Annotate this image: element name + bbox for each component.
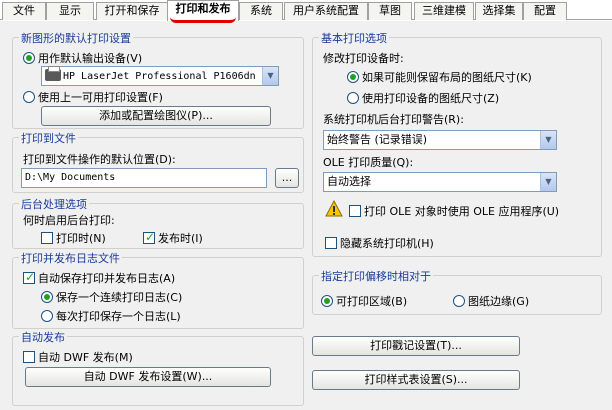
ole-warning-icon <box>325 200 343 217</box>
default-device-select[interactable]: HP LaserJet Professional P1606dn ▼ <box>41 66 279 86</box>
auto-dwf-settings-button[interactable]: 自动 DWF 发布设置(W)... <box>25 367 271 387</box>
spooler-alert-select[interactable]: 始终警告 (记录错误) ▼ <box>323 130 557 150</box>
plot-location-input[interactable]: D:\My Documents <box>21 168 267 188</box>
default-output-group: 新图形的默认打印设置 用作默认输出设备(V) HP LaserJet Profe… <box>12 30 304 129</box>
add-plotter-button[interactable]: 添加或配置绘图仪(P)... <box>41 106 271 126</box>
chevron-down-icon: ▼ <box>262 67 278 85</box>
auto-publish-group: 自动发布 自动 DWF 发布(M) 自动 DWF 发布设置(W)... <box>12 329 304 406</box>
paper-edge-radio[interactable]: 图纸边缘(G) <box>453 293 529 309</box>
radio-indicator <box>347 71 359 83</box>
ole-quality-select[interactable]: 自动选择 ▼ <box>323 172 557 192</box>
ole-quality-label: OLE 打印质量(Q): <box>323 156 414 169</box>
use-device-size-radio[interactable]: 使用打印设备的图纸尺寸(Z) <box>347 90 499 106</box>
log-group: 打印并发布日志文件 自动保存打印并发布日志(A) 保存一个连续打印日志(C) 每… <box>12 250 304 329</box>
hide-printers-checkbox[interactable]: 隐藏系统打印机(H) <box>325 235 434 251</box>
tab-system[interactable]: 系统 <box>239 2 283 20</box>
highlight-underline <box>170 17 236 23</box>
spooler-alert-label: 系统打印机后台打印警告(R): <box>323 113 464 126</box>
plot-location-label: 打印到文件操作的默认位置(D): <box>23 153 176 166</box>
tab-drafting[interactable]: 草图 <box>368 2 412 20</box>
background-title: 后台处理选项 <box>19 196 89 212</box>
ole-app-checkbox[interactable]: 打印 OLE 对象时使用 OLE 应用程序(U) <box>349 203 559 219</box>
tab-display[interactable]: 显示 <box>46 2 94 20</box>
browse-button[interactable]: ... <box>275 168 299 188</box>
plot-offset-group: 指定打印偏移时相对于 可打印区域(B) 图纸边缘(G) <box>312 268 602 315</box>
printer-icon <box>45 66 61 81</box>
plot-to-file-title: 打印到文件 <box>19 130 78 146</box>
printable-area-radio[interactable]: 可打印区域(B) <box>321 293 407 309</box>
checkbox-indicator <box>23 270 35 284</box>
radio-indicator <box>23 52 35 64</box>
general-options-title: 基本打印选项 <box>319 30 389 46</box>
keep-layout-size-radio[interactable]: 如果可能则保留布局的图纸尺寸(K) <box>347 69 532 85</box>
radio-indicator <box>41 291 53 303</box>
radio-indicator <box>347 92 359 104</box>
checkbox-indicator <box>41 232 53 244</box>
plot-to-file-group: 打印到文件 打印到文件操作的默认位置(D): D:\My Documents .… <box>12 130 304 193</box>
plotting-checkbox[interactable]: 打印时(N) <box>41 230 106 246</box>
auto-dwf-checkbox[interactable]: 自动 DWF 发布(M) <box>23 349 133 365</box>
plot-style-table-settings-button[interactable]: 打印样式表设置(S)... <box>312 370 520 390</box>
plot-publish-panel: 新图形的默认打印设置 用作默认输出设备(V) HP LaserJet Profe… <box>0 21 612 410</box>
tab-open-save[interactable]: 打开和保存 <box>96 2 168 20</box>
checkbox-indicator <box>349 205 361 217</box>
chevron-down-icon: ▼ <box>540 131 556 149</box>
plot-stamp-settings-button[interactable]: 打印戳记设置(T)... <box>312 336 520 356</box>
checkbox-indicator <box>23 351 35 363</box>
tab-user-preferences[interactable]: 用户系统配置 <box>284 2 368 20</box>
use-last-setting-radio[interactable]: 使用上一可用打印设置(F) <box>23 89 163 105</box>
radio-indicator <box>41 310 53 322</box>
radio-indicator <box>453 295 465 307</box>
log-title: 打印并发布日志文件 <box>19 250 122 266</box>
auto-save-log-checkbox[interactable]: 自动保存打印并发布日志(A) <box>23 270 175 286</box>
continuous-log-radio[interactable]: 保存一个连续打印日志(C) <box>41 289 182 305</box>
use-as-default-radio[interactable]: 用作默认输出设备(V) <box>23 50 142 66</box>
per-plot-log-radio[interactable]: 每次打印保存一个日志(L) <box>41 308 181 324</box>
publishing-checkbox[interactable]: 发布时(I) <box>143 230 203 246</box>
background-group: 后台处理选项 何时启用后台打印: 打印时(N) 发布时(I) <box>12 196 304 249</box>
radio-indicator <box>23 91 35 103</box>
paper-size-label: 修改打印设备时: <box>323 52 404 65</box>
auto-publish-title: 自动发布 <box>19 329 67 345</box>
plot-offset-title: 指定打印偏移时相对于 <box>319 268 433 284</box>
tab-profiles[interactable]: 配置 <box>523 2 567 20</box>
tab-selection[interactable]: 选择集 <box>475 2 523 20</box>
tab-3d-modeling[interactable]: 三维建模 <box>414 2 474 20</box>
checkbox-indicator <box>325 237 337 249</box>
radio-indicator <box>321 295 333 307</box>
checkbox-indicator <box>143 230 155 244</box>
tab-files[interactable]: 文件 <box>2 2 46 20</box>
enable-background-label: 何时启用后台打印: <box>23 214 115 227</box>
tab-strip: 文件 显示 打开和保存 打印和发布 系统 用户系统配置 草图 三维建模 选择集 … <box>0 0 612 21</box>
general-options-group: 基本打印选项 修改打印设备时: 如果可能则保留布局的图纸尺寸(K) 使用打印设备… <box>312 30 602 257</box>
default-output-title: 新图形的默认打印设置 <box>19 30 133 46</box>
chevron-down-icon: ▼ <box>540 173 556 191</box>
